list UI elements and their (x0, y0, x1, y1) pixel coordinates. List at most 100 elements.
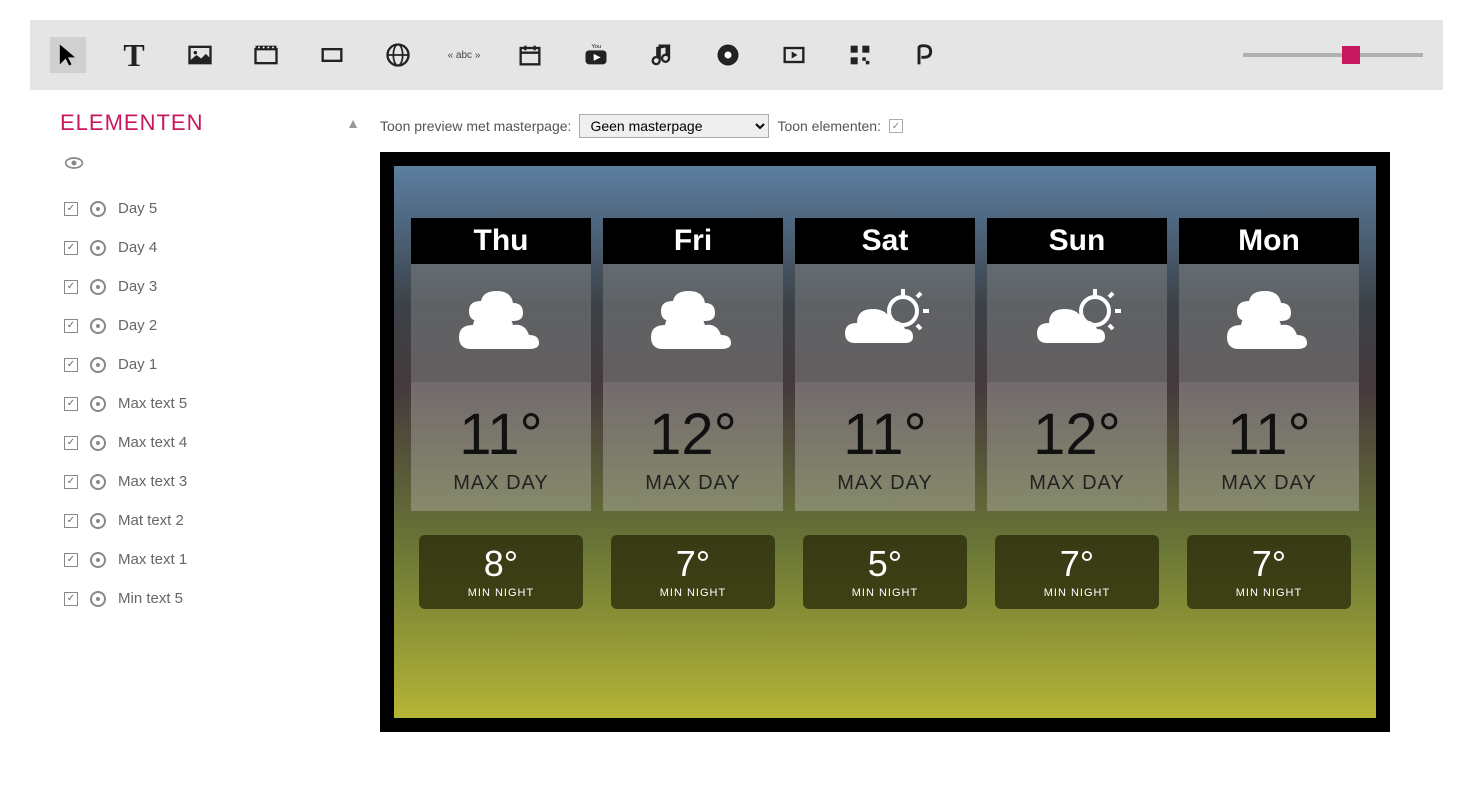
element-checkbox[interactable]: ✓ (64, 475, 78, 489)
weather-day-card[interactable]: Sat 11° MAX DAY 5°MIN NIGHT (795, 166, 975, 718)
qr-tool[interactable] (842, 37, 878, 73)
min-label: MIN NIGHT (419, 587, 583, 599)
element-item[interactable]: ✓ Day 2 (60, 306, 360, 345)
web-tool[interactable] (380, 37, 416, 73)
element-handle-icon[interactable] (90, 201, 106, 217)
max-temp: 12° (603, 406, 783, 464)
element-item[interactable]: ✓ Max text 1 (60, 540, 360, 579)
max-temp: 11° (795, 406, 975, 464)
min-temp: 7° (1187, 543, 1351, 585)
element-label: Day 4 (118, 239, 157, 256)
element-handle-icon[interactable] (90, 513, 106, 529)
show-elements-label: Toon elementen: (777, 118, 881, 134)
min-label: MIN NIGHT (803, 587, 967, 599)
min-label: MIN NIGHT (611, 587, 775, 599)
min-block: 7° MIN NIGHT (1187, 535, 1351, 609)
content-area: Toon preview met masterpage: Geen master… (380, 110, 1443, 732)
element-handle-icon[interactable] (90, 318, 106, 334)
max-temp: 12° (987, 406, 1167, 464)
element-checkbox[interactable]: ✓ (64, 358, 78, 372)
min-temp: 8° (419, 543, 583, 585)
element-item[interactable]: ✓Mat text 2 (60, 501, 360, 540)
image-tool[interactable] (182, 37, 218, 73)
video-tool[interactable] (248, 37, 284, 73)
element-label: Day 5 (118, 200, 157, 217)
music-tool[interactable] (644, 37, 680, 73)
max-label: MAX DAY (1179, 472, 1359, 495)
max-block: 11° MAX DAY (795, 382, 975, 511)
element-item[interactable]: ✓ Max text 4 (60, 423, 360, 462)
element-checkbox[interactable]: ✓ (64, 241, 78, 255)
weather-day-card[interactable]: Thu11°MAX DAY8°MIN NIGHT (411, 166, 591, 718)
visibility-toggle[interactable] (64, 156, 360, 175)
element-handle-icon[interactable] (90, 591, 106, 607)
textline-tool[interactable]: « abc » (446, 37, 482, 73)
element-item[interactable]: ✓ Day 4 (60, 228, 360, 267)
day-name: Sun (987, 218, 1167, 264)
element-item[interactable]: ✓ Day 5 (60, 189, 360, 228)
element-label: Day 2 (118, 317, 157, 334)
element-item[interactable]: ✓Day 1 (60, 345, 360, 384)
element-checkbox[interactable]: ✓ (64, 319, 78, 333)
element-item[interactable]: ✓ Max text 3 (60, 462, 360, 501)
weather-day-card[interactable]: Sun 12° MAX DAY 7°MIN NIGHT (987, 166, 1167, 718)
zoom-slider[interactable] (1243, 53, 1423, 57)
element-item[interactable]: ✓Max text 5 (60, 384, 360, 423)
element-handle-icon[interactable] (90, 552, 106, 568)
rectangle-tool[interactable] (314, 37, 350, 73)
element-item[interactable]: ✓ Min text 5 (60, 579, 360, 618)
show-elements-checkbox[interactable]: ✓ (889, 119, 903, 133)
max-block: 11°MAX DAY (411, 382, 591, 511)
element-handle-icon[interactable] (90, 474, 106, 490)
max-block: 12°MAX DAY (603, 382, 783, 511)
weather-icon (1179, 264, 1359, 382)
max-label: MAX DAY (987, 472, 1167, 495)
weather-icon (795, 264, 975, 382)
calendar-tool[interactable] (512, 37, 548, 73)
min-block: 5°MIN NIGHT (803, 535, 967, 609)
element-checkbox[interactable]: ✓ (64, 592, 78, 606)
element-label: Max text 1 (118, 551, 187, 568)
presentation-tool[interactable] (776, 37, 812, 73)
element-label: Min text 5 (118, 590, 183, 607)
element-handle-icon[interactable] (90, 396, 106, 412)
min-label: MIN NIGHT (1187, 587, 1351, 599)
max-label: MAX DAY (795, 472, 975, 495)
weather-canvas[interactable]: Thu11°MAX DAY8°MIN NIGHTFri12°MAX DAY7°M… (394, 166, 1376, 718)
day-name: Mon (1179, 218, 1359, 264)
element-checkbox[interactable]: ✓ (64, 514, 78, 528)
element-handle-icon[interactable] (90, 240, 106, 256)
element-checkbox[interactable]: ✓ (64, 553, 78, 567)
day-name: Sat (795, 218, 975, 264)
day-name: Fri (603, 218, 783, 264)
weather-icon (987, 264, 1167, 382)
collapse-icon[interactable]: ▲ (346, 115, 360, 131)
sidebar-title: ELEMENTEN (60, 110, 203, 136)
element-checkbox[interactable]: ✓ (64, 280, 78, 294)
element-item[interactable]: ✓Day 3 (60, 267, 360, 306)
weather-day-card[interactable]: Mon 11° MAX DAY 7° MIN NIGHT (1179, 166, 1359, 718)
element-checkbox[interactable]: ✓ (64, 202, 78, 216)
element-handle-icon[interactable] (90, 357, 106, 373)
min-block: 7°MIN NIGHT (995, 535, 1159, 609)
youtube-tool[interactable]: You (578, 37, 614, 73)
element-handle-icon[interactable] (90, 279, 106, 295)
max-block: 11° MAX DAY (1179, 382, 1359, 511)
cursor-tool[interactable] (50, 37, 86, 73)
canvas-frame: Thu11°MAX DAY8°MIN NIGHTFri12°MAX DAY7°M… (380, 152, 1390, 732)
min-temp: 7° (995, 543, 1159, 585)
logo-tool[interactable] (908, 37, 944, 73)
element-label: Max text 4 (118, 434, 187, 451)
min-block: 7°MIN NIGHT (611, 535, 775, 609)
element-handle-icon[interactable] (90, 435, 106, 451)
masterpage-select[interactable]: Geen masterpage (579, 114, 769, 138)
weather-day-card[interactable]: Fri 12°MAX DAY 7°MIN NIGHT (603, 166, 783, 718)
element-checkbox[interactable]: ✓ (64, 436, 78, 450)
max-temp: 11° (1179, 406, 1359, 464)
disc-tool[interactable] (710, 37, 746, 73)
slider-thumb[interactable] (1342, 46, 1360, 64)
masterpage-label: Toon preview met masterpage: (380, 118, 571, 134)
element-checkbox[interactable]: ✓ (64, 397, 78, 411)
element-label: Max text 3 (118, 473, 187, 490)
text-tool[interactable]: T (116, 37, 152, 73)
